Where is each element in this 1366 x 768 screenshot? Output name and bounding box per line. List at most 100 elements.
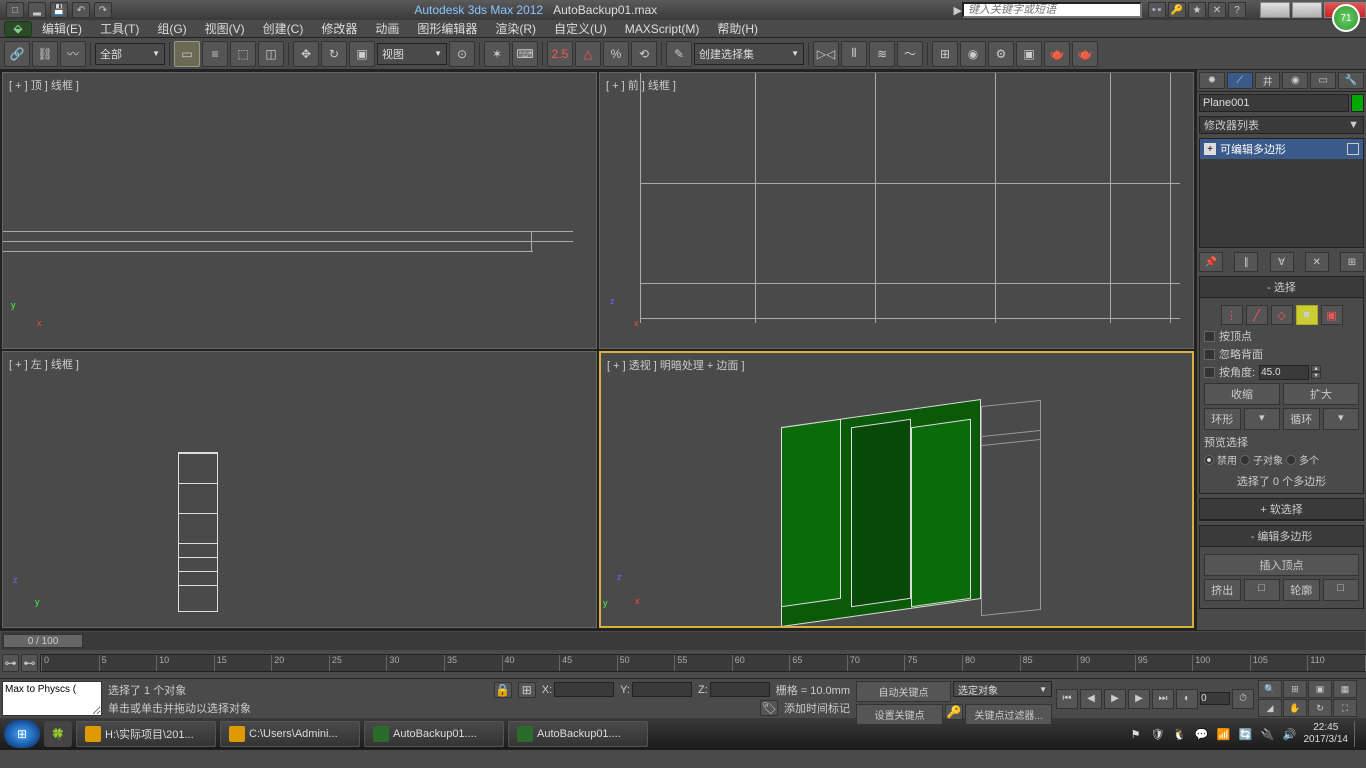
schematic-icon[interactable]: ⊞ [932, 41, 958, 67]
qat-redo-icon[interactable]: ↷ [94, 2, 112, 18]
subobj-border-icon[interactable]: ◇ [1271, 305, 1293, 325]
modify-tab-icon[interactable]: ⟋ [1227, 72, 1253, 89]
timeline-mode-icon[interactable]: ⊶ [2, 654, 19, 672]
coord-y-input[interactable] [632, 682, 692, 697]
current-frame-input[interactable] [1200, 692, 1230, 705]
maximize-button[interactable]: ▭ [1292, 2, 1322, 18]
steering-wheel-icon[interactable]: 71 [1332, 4, 1360, 32]
app-menu-icon[interactable]: ⬙ [4, 21, 32, 37]
add-time-tag[interactable]: 添加时间标记 [784, 700, 850, 716]
favorites-icon[interactable]: ★ [1188, 2, 1206, 18]
menu-group[interactable]: 组(G) [149, 20, 194, 37]
by-vertex-checkbox[interactable] [1204, 331, 1215, 342]
rendered-frame-icon[interactable]: ▣ [1016, 41, 1042, 67]
zoom-extents-icon[interactable]: ▣ [1308, 680, 1332, 698]
qat-save-icon[interactable]: 💾 [50, 2, 68, 18]
menu-create[interactable]: 创建(C) [255, 20, 312, 37]
binoculars-icon[interactable]: 👓 [1148, 2, 1166, 18]
modifier-list-combo[interactable]: 修改器列表▼ [1199, 116, 1364, 134]
insert-vertex-button[interactable]: 插入顶点 [1204, 554, 1359, 576]
time-config-icon[interactable]: ⏱ [1232, 689, 1254, 709]
next-frame-icon[interactable]: ▶ [1128, 689, 1150, 709]
unlink-icon[interactable]: ⛓ [32, 41, 58, 67]
expand-icon[interactable]: + [1204, 143, 1216, 155]
selection-filter-combo[interactable]: 全部▼ [95, 43, 165, 65]
rollout-head-editpoly[interactable]: - 编辑多边形 [1200, 526, 1363, 547]
show-desktop-button[interactable] [1354, 721, 1362, 747]
select-region-icon[interactable]: ⬚ [230, 41, 256, 67]
ring-spinner-icon[interactable]: ▾ [1244, 408, 1281, 430]
loop-button[interactable]: 循环 [1283, 408, 1320, 430]
subobj-polygon-icon[interactable]: ■ [1296, 305, 1318, 325]
utilities-tab-icon[interactable]: 🔧 [1338, 72, 1364, 89]
key-filter-combo[interactable]: 选定对象▼ [953, 681, 1052, 697]
menu-help[interactable]: 帮助(H) [709, 20, 766, 37]
preview-subobj-radio[interactable] [1240, 455, 1250, 465]
viewport-label-top[interactable]: [ + ] 顶 ] 线框 ] [9, 77, 79, 93]
lock-selection-icon[interactable]: 🔒 [494, 682, 512, 698]
tray-sync-icon[interactable]: 🔄 [1238, 726, 1254, 742]
rollout-head-soft[interactable]: + 软选择 [1200, 499, 1363, 520]
by-angle-checkbox[interactable] [1204, 367, 1215, 378]
goto-end-icon[interactable]: ⏭ [1152, 689, 1174, 709]
coord-z-input[interactable] [710, 682, 770, 697]
ring-button[interactable]: 环形 [1204, 408, 1241, 430]
abs-rel-icon[interactable]: ⊞ [518, 682, 536, 698]
exchange-icon[interactable]: ✕ [1208, 2, 1226, 18]
taskbar-item-3dsmax-2[interactable]: AutoBackup01.... [508, 721, 648, 747]
preview-off-radio[interactable] [1204, 455, 1214, 465]
auto-key-button[interactable]: 自动关键点 [856, 681, 951, 702]
zoom-all-icon[interactable]: ⊞ [1283, 680, 1307, 698]
subobj-element-icon[interactable]: ▣ [1321, 305, 1343, 325]
viewport-top[interactable]: [ + ] 顶 ] 线框 ] yx [2, 72, 597, 349]
link-icon[interactable]: 🔗 [4, 41, 30, 67]
menu-modifiers[interactable]: 修改器 [313, 20, 365, 37]
menu-maxscript[interactable]: MAXScript(M) [617, 22, 708, 36]
preview-multi-radio[interactable] [1286, 455, 1296, 465]
timeline-snap-icon[interactable]: ⊷ [21, 654, 38, 672]
grow-button[interactable]: 扩大 [1283, 383, 1359, 405]
angle-spinner[interactable] [1259, 365, 1309, 380]
vertex-color-icon[interactable] [1347, 143, 1359, 155]
start-button[interactable]: ⊞ [4, 720, 40, 748]
play-icon[interactable]: ▶ [1104, 689, 1126, 709]
prev-frame-icon[interactable]: ◀ [1080, 689, 1102, 709]
mini-listener[interactable]: Max to Physcs ( [2, 681, 102, 716]
layers-icon[interactable]: ≋ [869, 41, 895, 67]
key-mode-toggle-icon[interactable]: ◐ [1176, 689, 1198, 709]
rotate-icon[interactable]: ↻ [321, 41, 347, 67]
help-search-input[interactable] [962, 2, 1142, 18]
modifier-stack[interactable]: + 可编辑多边形 [1199, 138, 1364, 248]
minimize-button[interactable]: — [1260, 2, 1290, 18]
fov-icon[interactable]: ◢ [1258, 699, 1282, 717]
viewport-perspective[interactable]: [ + ] 透视 ] 明暗处理 + 边面 ] zyx [599, 351, 1194, 628]
loop-spinner-icon[interactable]: ▾ [1323, 408, 1360, 430]
configure-icon[interactable]: ⊞ [1340, 252, 1364, 272]
snap-toggle-icon[interactable]: 2.5 [547, 41, 573, 67]
time-ruler[interactable]: 0510152025303540455055606570758085909510… [40, 654, 1366, 672]
material-editor-icon[interactable]: ◉ [960, 41, 986, 67]
mirror-icon[interactable]: ▷◁ [813, 41, 839, 67]
tray-volume-icon[interactable]: 🔊 [1282, 726, 1298, 742]
manipulate-icon[interactable]: ✶ [484, 41, 510, 67]
named-selection-combo[interactable]: 创建选择集▼ [694, 43, 804, 65]
help-icon[interactable]: ? [1228, 2, 1246, 18]
zoom-icon[interactable]: 🔍 [1258, 680, 1282, 698]
keyboard-shortcut-icon[interactable]: ⌨ [512, 41, 538, 67]
tray-chat-icon[interactable]: 💬 [1194, 726, 1210, 742]
menu-tools[interactable]: 工具(T) [92, 20, 147, 37]
align-icon[interactable]: ⫴ [841, 41, 867, 67]
goto-start-icon[interactable]: ⏮ [1056, 689, 1078, 709]
pivot-icon[interactable]: ⊙ [449, 41, 475, 67]
viewport-left[interactable]: [ + ] 左 ] 线框 ] zy [2, 351, 597, 628]
time-tag-icon[interactable]: 🏷 [760, 700, 778, 716]
subobj-vertex-icon[interactable]: ⋮ [1221, 305, 1243, 325]
tray-flag-icon[interactable]: ⚑ [1128, 726, 1144, 742]
motion-tab-icon[interactable]: ◉ [1282, 72, 1308, 89]
orbit-icon[interactable]: ↻ [1308, 699, 1332, 717]
taskbar-item-folder-1[interactable]: H:\实际项目\201... [76, 721, 216, 747]
viewport-label-left[interactable]: [ + ] 左 ] 线框 ] [9, 356, 79, 372]
hierarchy-tab-icon[interactable]: 井 [1255, 72, 1281, 89]
rollout-head-selection[interactable]: - 选择 [1200, 277, 1363, 298]
key-filters-button[interactable]: 关键点过滤器... [965, 704, 1052, 725]
